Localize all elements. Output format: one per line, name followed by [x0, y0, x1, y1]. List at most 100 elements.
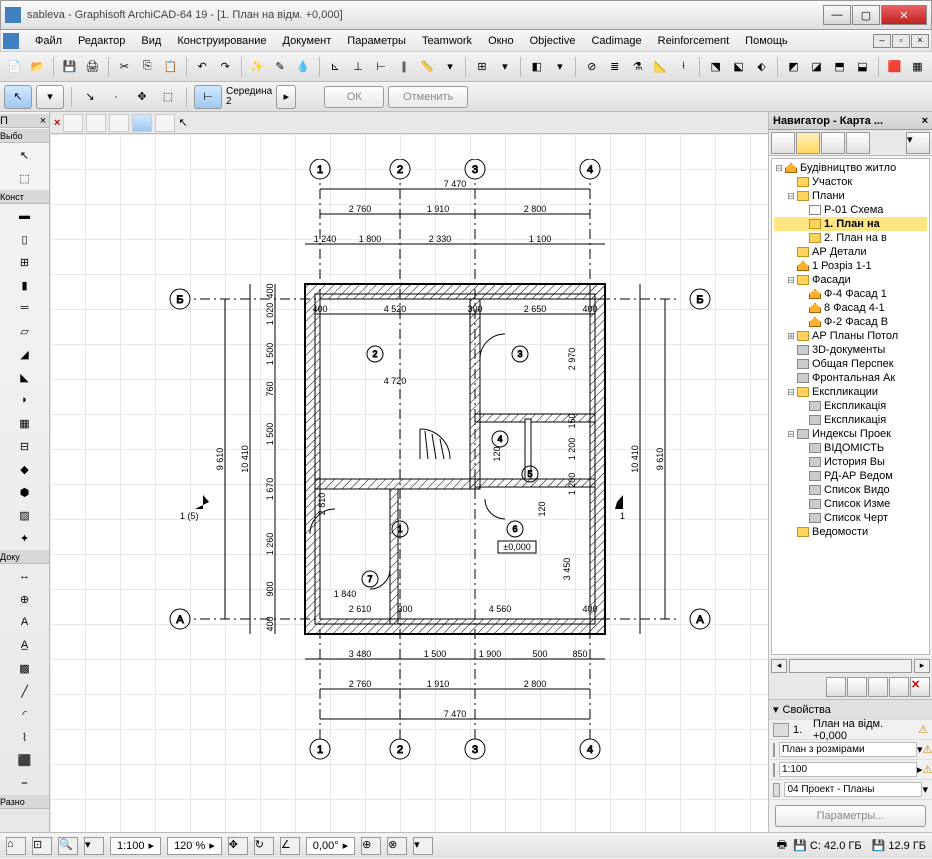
snap-play-button[interactable]: ▸	[276, 85, 296, 109]
toolbox-doc-header[interactable]: Доку	[0, 550, 49, 564]
navigator-tree[interactable]: ⊟Будівництво житло Участок ⊟Плани Р-01 С…	[771, 158, 930, 655]
pick-point-icon[interactable]: ·	[105, 86, 127, 108]
menu-objective[interactable]: Objective	[522, 33, 584, 49]
mdi-restore[interactable]: ▫	[892, 34, 910, 48]
penset-input[interactable]	[784, 782, 922, 797]
slab-tool-icon[interactable]: ▱	[14, 320, 36, 342]
level-tool-icon[interactable]: ⊕	[14, 588, 36, 610]
tool1-icon[interactable]: ⬔	[705, 56, 726, 78]
scroll-right-icon[interactable]: ▸	[914, 659, 930, 673]
drawing-canvas[interactable]: 1 2 3 4 1 2 3 4 Б А Б А	[50, 134, 768, 832]
move-icon[interactable]: ✥	[131, 86, 153, 108]
status-tool2-icon[interactable]: ⊗	[387, 837, 407, 855]
menu-design[interactable]: Конструирование	[169, 33, 274, 49]
zoom-in-icon[interactable]: 🔍	[58, 837, 78, 855]
app-menu-icon[interactable]	[3, 33, 19, 49]
dropper-icon[interactable]: 💧	[293, 56, 314, 78]
orbit-icon[interactable]: ↻	[254, 837, 274, 855]
marquee-tool-icon[interactable]: ⬚	[14, 167, 36, 189]
magic-wand-icon[interactable]: ✨	[247, 56, 268, 78]
menu-file[interactable]: Файл	[27, 33, 70, 49]
label-tool-icon[interactable]: A̲	[14, 634, 36, 656]
zoom-fit-icon[interactable]: ⊡	[32, 837, 52, 855]
snap-mid-icon[interactable]: ⊢	[371, 56, 392, 78]
snap-perp-icon[interactable]: ⊥	[348, 56, 369, 78]
mdi-minimize[interactable]: –	[873, 34, 891, 48]
lamp-tool-icon[interactable]: ✦	[14, 527, 36, 549]
undo-icon[interactable]: ↶	[192, 56, 213, 78]
tool6-icon[interactable]: ⬒	[829, 56, 850, 78]
section-tool-icon[interactable]: ⎯	[14, 772, 36, 794]
nav-tab-popup[interactable]: ▾	[906, 132, 930, 154]
print-icon[interactable]: 🖨	[82, 56, 103, 78]
nav-tab-project[interactable]	[771, 132, 795, 154]
trace-dropdown-icon[interactable]: ▾	[549, 56, 570, 78]
menu-help[interactable]: Помощь	[737, 33, 796, 49]
minimize-button[interactable]: —	[823, 5, 851, 25]
tab-close-icon[interactable]: ×	[54, 117, 60, 129]
tool7-icon[interactable]: ⬓	[852, 56, 873, 78]
trace-icon[interactable]: ◧	[526, 56, 547, 78]
pan-icon[interactable]: ✥	[228, 837, 248, 855]
suspend-icon[interactable]: ⊘	[581, 56, 602, 78]
nav-action-1[interactable]	[826, 677, 846, 697]
copy-icon[interactable]: ⎘	[137, 56, 158, 78]
nav-action-2[interactable]	[847, 677, 867, 697]
tab-arrow-icon[interactable]	[63, 114, 83, 132]
arc-tool-icon[interactable]: ◜	[14, 703, 36, 725]
tool3-icon[interactable]: ⬖	[751, 56, 772, 78]
menu-editor[interactable]: Редактор	[70, 33, 133, 49]
scale-input[interactable]	[779, 762, 917, 777]
pick-arrow-icon[interactable]: ↘	[79, 86, 101, 108]
nav-action-newfolder[interactable]	[868, 677, 888, 697]
snap-guideline-icon[interactable]: ⊾	[325, 56, 346, 78]
filter-icon[interactable]: ⚗	[627, 56, 648, 78]
curtain-tool-icon[interactable]: ⊟	[14, 435, 36, 457]
status-tool3-icon[interactable]: ▾	[413, 837, 433, 855]
menu-teamwork[interactable]: Teamwork	[414, 33, 480, 49]
nav-tab-viewmap[interactable]	[796, 132, 820, 154]
open-file-icon[interactable]: 📂	[27, 56, 48, 78]
tab-cursor-icon[interactable]: ↖	[178, 116, 187, 129]
menu-reinforcement[interactable]: Reinforcement	[650, 33, 738, 49]
toolbox-select-header[interactable]: Выбо	[0, 129, 49, 143]
paste-icon[interactable]: 📋	[160, 56, 181, 78]
menu-cadimage[interactable]: Cadimage	[583, 33, 649, 49]
tool5-icon[interactable]: ◪	[806, 56, 827, 78]
mdi-close[interactable]: ×	[911, 34, 929, 48]
zoom-prev-icon[interactable]: ⌂	[6, 837, 26, 855]
snap-ruler-icon[interactable]: 📏	[417, 56, 438, 78]
layout-icon[interactable]: ▦	[907, 56, 928, 78]
maximize-button[interactable]: ▢	[852, 5, 880, 25]
scale-display[interactable]: 1:100▸	[110, 837, 161, 855]
angle-display[interactable]: 0,00°▸	[306, 837, 355, 855]
tab-tool5-icon[interactable]	[155, 114, 175, 132]
menu-document[interactable]: Документ	[275, 33, 340, 49]
toolbox-design-header[interactable]: Конст	[0, 190, 49, 204]
status-tool1-icon[interactable]: ⊕	[361, 837, 381, 855]
nav-tab-publisher[interactable]	[846, 132, 870, 154]
scroll-left-icon[interactable]: ◂	[771, 659, 787, 673]
layer-combo-input[interactable]	[779, 742, 917, 757]
arrow-mode-button[interactable]: ↖	[4, 85, 32, 109]
highlighter-icon[interactable]: ✎	[270, 56, 291, 78]
column-tool-icon[interactable]: ▮	[14, 274, 36, 296]
snap-midpoint-button[interactable]: ⊢	[194, 85, 222, 109]
marquee-icon[interactable]: ⬚	[157, 86, 179, 108]
snap-parallel-icon[interactable]: ∥	[394, 56, 415, 78]
navigator-close-icon[interactable]: ×	[922, 115, 928, 127]
polyline-tool-icon[interactable]: ⌇	[14, 726, 36, 748]
grid-dropdown-icon[interactable]: ▾	[494, 56, 515, 78]
nav-tab-layout[interactable]	[821, 132, 845, 154]
menu-view[interactable]: Вид	[133, 33, 169, 49]
fill-tool-icon[interactable]: ▩	[14, 657, 36, 679]
scroll-track[interactable]	[789, 659, 912, 673]
new-file-icon[interactable]: 📄	[4, 56, 25, 78]
parameters-button[interactable]: Параметры...	[775, 805, 926, 827]
tool4-icon[interactable]: ◩	[783, 56, 804, 78]
line-tool-icon[interactable]: ╱	[14, 680, 36, 702]
roof-tool-icon[interactable]: ◣	[14, 366, 36, 388]
measure-icon[interactable]: 📐	[650, 56, 671, 78]
tab-tool2-icon[interactable]	[86, 114, 106, 132]
tab-marquee-icon[interactable]	[109, 114, 129, 132]
